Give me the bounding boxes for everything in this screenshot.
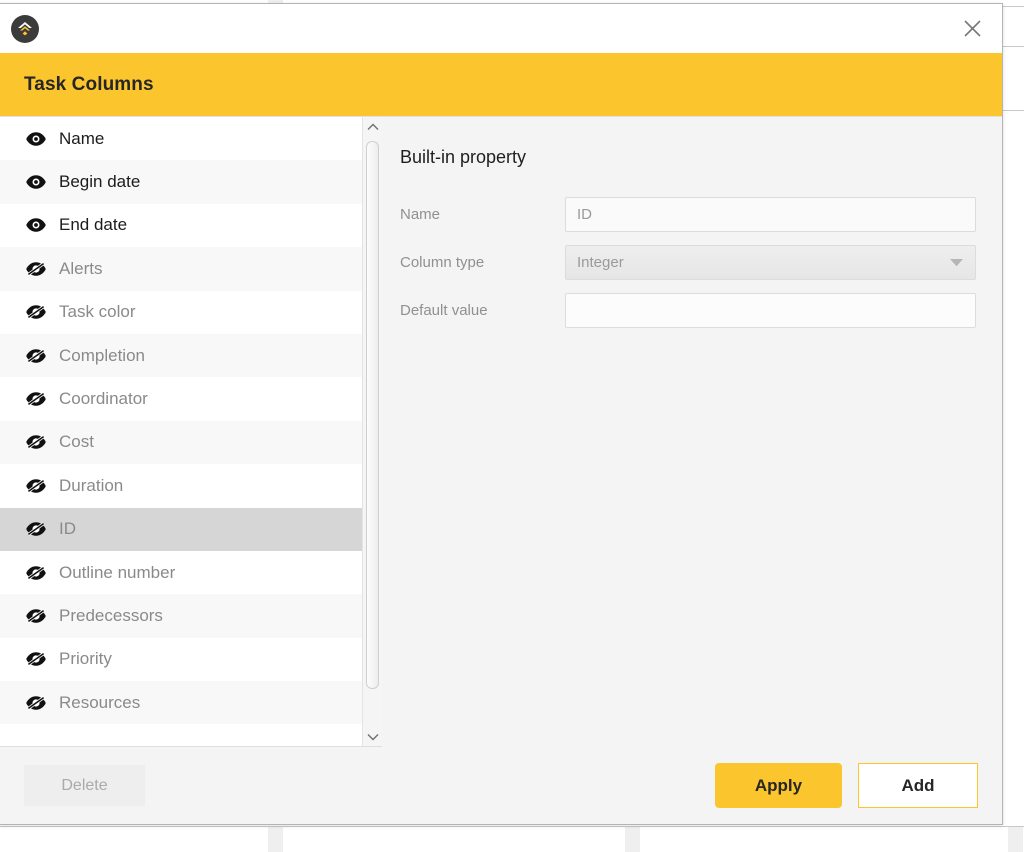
background-strip-bottom-2 — [625, 827, 640, 852]
column-list-item-label: Resources — [59, 692, 141, 712]
form-row-name: Name ID — [400, 197, 978, 232]
column-type-value: Integer — [577, 254, 624, 271]
column-list-item-label: Predecessors — [59, 605, 163, 625]
eye-visible-icon[interactable] — [24, 127, 48, 151]
task-columns-dialog: Task Columns Name Begin date End date Alert… — [0, 3, 1003, 825]
column-list-item-label: ID — [59, 519, 76, 539]
chevron-down-icon — [367, 733, 378, 740]
column-list-item[interactable]: Cost — [0, 420, 362, 465]
column-list-item-label: Begin date — [59, 172, 141, 192]
column-list-item-label: End date — [59, 215, 128, 235]
close-button[interactable] — [956, 13, 988, 45]
scroll-thumb[interactable] — [366, 141, 379, 689]
column-list-item[interactable]: Completion — [0, 333, 362, 378]
column-list-item[interactable]: Priority — [0, 637, 362, 682]
column-list-item[interactable]: Name — [0, 117, 362, 161]
background-strip-bottom-1 — [268, 827, 283, 852]
form-row-column-type: Column type Integer — [400, 245, 978, 280]
close-icon — [963, 20, 981, 37]
chevron-down-icon — [950, 259, 963, 267]
column-list-item[interactable]: End date — [0, 203, 362, 248]
background-rule-right-2 — [1003, 110, 1024, 111]
background-rule-bottom — [0, 826, 1024, 827]
eye-hidden-icon[interactable] — [24, 257, 48, 281]
eye-hidden-icon[interactable] — [24, 691, 48, 715]
column-list-item-label: Coordinator — [59, 389, 148, 409]
columns-scrollbar[interactable] — [362, 117, 382, 746]
dialog-titlebar — [0, 4, 1002, 53]
detail-heading: Built-in property — [400, 147, 527, 167]
column-list-item[interactable]: Begin date — [0, 160, 362, 204]
default-value-field[interactable] — [565, 293, 976, 328]
column-list-item-label: Duration — [59, 475, 124, 495]
eye-hidden-icon[interactable] — [24, 300, 48, 324]
eye-hidden-icon[interactable] — [24, 647, 48, 671]
eye-hidden-icon[interactable] — [24, 561, 48, 585]
delete-button[interactable]: Delete — [24, 765, 145, 806]
column-list-item[interactable]: Outline number — [0, 550, 362, 595]
column-list-item[interactable]: Coordinator — [0, 377, 362, 421]
column-list-item[interactable]: Resources — [0, 681, 362, 725]
column-list-item[interactable]: Predecessors — [0, 594, 362, 638]
scroll-up-button[interactable] — [363, 117, 382, 136]
column-list-item-label: Task color — [59, 302, 136, 322]
column-list-item[interactable]: Alerts — [0, 247, 362, 291]
column-type-label: Column type — [400, 254, 485, 271]
scroll-down-button[interactable] — [363, 727, 382, 746]
app-logo-icon — [11, 14, 39, 43]
background-rule-right-1 — [1003, 46, 1024, 47]
eye-visible-icon[interactable] — [24, 213, 48, 237]
column-list-item-label: Name — [59, 128, 105, 148]
detail-panel: Built-in property Name ID Column type In… — [382, 117, 1002, 747]
columns-list: Name Begin date End date Alerts Task color Co… — [0, 117, 362, 746]
column-type-select[interactable]: Integer — [565, 245, 976, 280]
column-list-item-label: Cost — [59, 432, 94, 452]
eye-hidden-icon[interactable] — [24, 474, 48, 498]
dialog-body: Name Begin date End date Alerts Task color Co… — [0, 116, 1002, 747]
eye-hidden-icon[interactable] — [24, 387, 48, 411]
eye-hidden-icon[interactable] — [24, 430, 48, 454]
form-row-default-value: Default value — [400, 293, 978, 328]
eye-hidden-icon[interactable] — [24, 344, 48, 368]
column-list-item-label: Completion — [59, 345, 145, 365]
chevron-up-icon — [367, 123, 378, 130]
apply-button[interactable]: Apply — [715, 763, 842, 808]
name-field[interactable]: ID — [565, 197, 976, 232]
columns-panel: Name Begin date End date Alerts Task color Co… — [0, 117, 382, 747]
default-value-label: Default value — [400, 302, 488, 319]
add-button[interactable]: Add — [858, 763, 978, 808]
column-list-item[interactable]: Task color — [0, 290, 362, 334]
background-strip-bottom-3 — [1008, 827, 1023, 852]
eye-visible-icon[interactable] — [24, 170, 48, 194]
name-label: Name — [400, 206, 441, 223]
column-list-item-label: Priority — [59, 649, 112, 669]
dialog-footer: Delete Apply Add — [0, 747, 1002, 824]
eye-hidden-icon[interactable] — [24, 604, 48, 628]
column-list-item-label: Outline number — [59, 562, 176, 582]
eye-hidden-icon[interactable] — [24, 517, 48, 541]
column-list-item-label: Alerts — [59, 258, 103, 278]
column-list-item[interactable]: ID — [0, 507, 362, 551]
page-title: Task Columns — [24, 73, 154, 95]
footer-actions: Apply Add — [715, 763, 978, 808]
column-list-item[interactable]: Duration — [0, 464, 362, 508]
dialog-header-bar: Task Columns — [0, 53, 1002, 116]
